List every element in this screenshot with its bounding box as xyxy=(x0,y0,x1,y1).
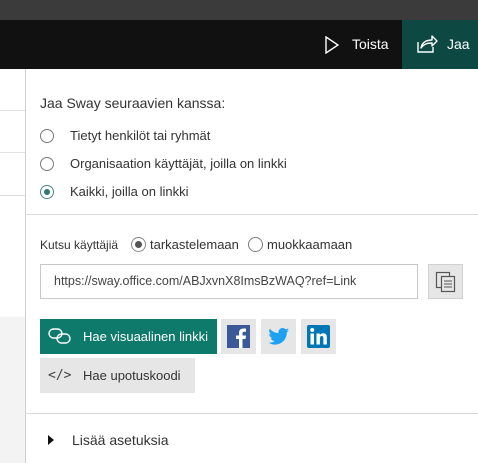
visual-link-button[interactable]: Hae visuaalinen linkki xyxy=(40,319,217,354)
audience-option-specific-people[interactable]: Tietyt henkilöt tai ryhmät xyxy=(40,128,210,143)
canvas-gray-area xyxy=(0,317,25,463)
share-facebook-button[interactable] xyxy=(221,319,256,354)
share-label: Jaa xyxy=(447,36,470,52)
embed-code-button[interactable]: </> Hae upotuskoodi xyxy=(40,358,195,393)
play-triangle-icon xyxy=(325,35,340,57)
radio-button[interactable] xyxy=(40,128,54,143)
visual-link-label: Hae visuaalinen linkki xyxy=(83,329,209,344)
audience-option-organization[interactable]: Organisaation käyttäjät, joilla on linkk… xyxy=(40,156,287,171)
radio-button[interactable] xyxy=(248,237,263,252)
invite-label: Kutsu käyttäjiä xyxy=(40,238,119,252)
radio-button[interactable] xyxy=(40,156,54,171)
copy-link-button[interactable] xyxy=(428,264,463,299)
share-linkedin-button[interactable] xyxy=(301,319,336,354)
window-top-strip xyxy=(0,0,478,20)
more-settings-toggle[interactable]: Lisää asetuksia xyxy=(40,432,169,448)
more-settings-label: Lisää asetuksia xyxy=(72,432,169,448)
code-embed-icon: </> xyxy=(48,368,72,383)
caret-right-icon xyxy=(48,435,54,445)
share-link-field[interactable]: https://sway.office.com/ABJxvnX8ImsBzWAQ… xyxy=(40,264,418,299)
canvas-divider xyxy=(0,195,25,196)
radio-button-selected[interactable] xyxy=(40,184,54,199)
share-arrow-icon xyxy=(416,34,438,57)
permission-label: muokkaamaan xyxy=(267,237,353,252)
embed-code-label: Hae upotuskoodi xyxy=(83,368,181,383)
canvas-divider xyxy=(0,152,25,153)
canvas-divider xyxy=(0,110,25,111)
audience-option-anyone[interactable]: Kaikki, joilla on linkki xyxy=(40,184,189,199)
share-heading: Jaa Sway seuraavien kanssa: xyxy=(40,95,226,111)
audience-option-label: Tietyt henkilöt tai ryhmät xyxy=(70,128,211,143)
share-twitter-button[interactable] xyxy=(261,319,296,354)
link-chain-icon xyxy=(48,327,72,348)
section-divider xyxy=(25,214,478,215)
radio-button-selected[interactable] xyxy=(131,237,146,252)
permission-edit-option[interactable]: muokkaamaan xyxy=(248,237,352,252)
share-button[interactable]: Jaa xyxy=(402,20,478,69)
play-label: Toista xyxy=(352,36,389,52)
play-button[interactable]: Toista xyxy=(308,20,402,69)
audience-option-label: Kaikki, joilla on linkki xyxy=(70,184,189,199)
permission-view-option[interactable]: tarkastelemaan xyxy=(131,237,239,252)
permission-label: tarkastelemaan xyxy=(150,237,239,252)
audience-option-label: Organisaation käyttäjät, joilla on linkk… xyxy=(70,156,287,171)
section-divider xyxy=(25,413,478,414)
